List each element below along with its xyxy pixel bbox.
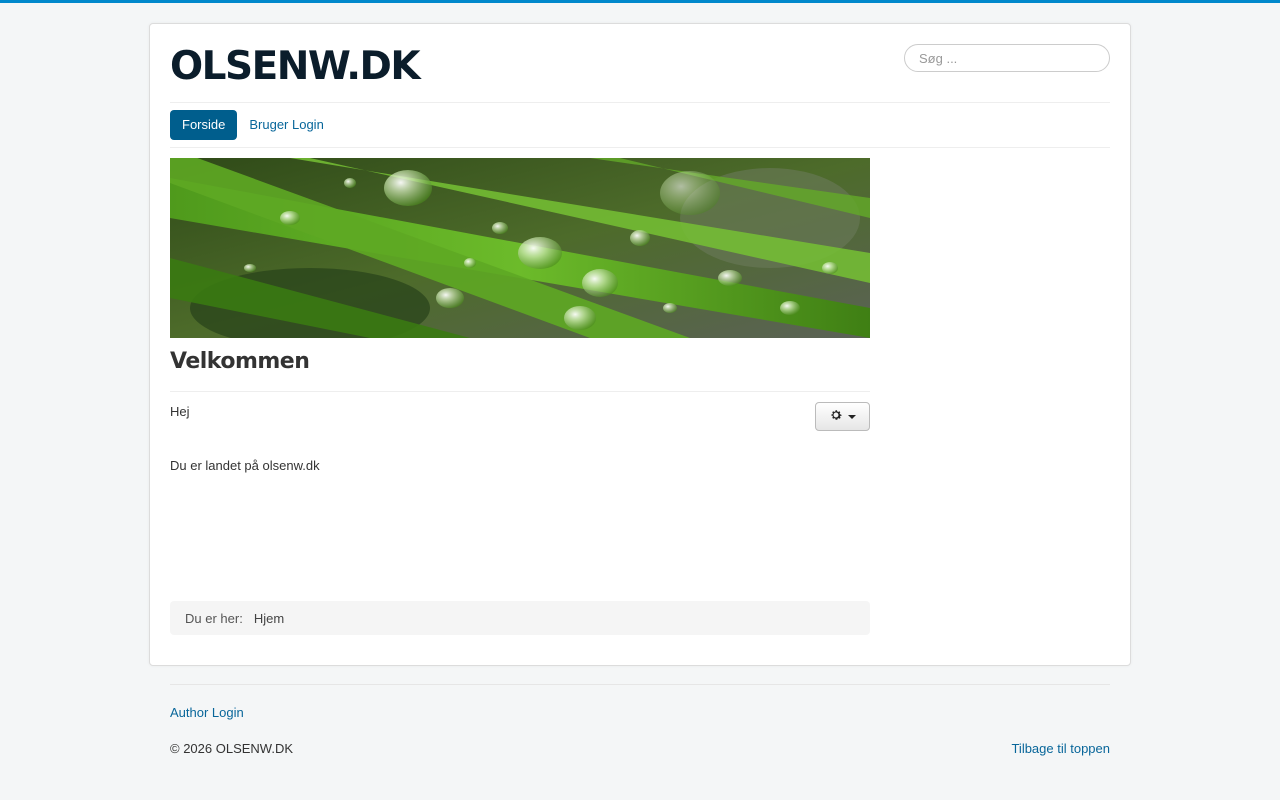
article-paragraph: Du er landet på olsenw.dk bbox=[170, 458, 320, 473]
gear-icon bbox=[829, 408, 843, 425]
search-input[interactable] bbox=[904, 44, 1110, 72]
main-nav: Forside Bruger Login bbox=[170, 110, 336, 140]
nav-item-bruger-login[interactable]: Bruger Login bbox=[237, 110, 335, 140]
breadcrumb-item-hjem: Hjem bbox=[253, 610, 285, 626]
header-divider bbox=[170, 102, 1110, 103]
main-container: OLSENW.DK Forside Bruger Login bbox=[149, 23, 1131, 666]
nav-divider bbox=[170, 147, 1110, 148]
banner-image bbox=[170, 158, 870, 338]
breadcrumb: Du er her: Hjem bbox=[170, 601, 870, 635]
title-divider bbox=[170, 391, 870, 392]
site-brand[interactable]: OLSENW.DK bbox=[170, 44, 421, 89]
chevron-down-icon bbox=[848, 414, 856, 419]
breadcrumb-label: Du er her: bbox=[185, 610, 243, 626]
page-title: Velkommen bbox=[170, 349, 310, 374]
article-tools-button[interactable] bbox=[815, 402, 870, 431]
nav-item-forside[interactable]: Forside bbox=[170, 110, 238, 140]
footer-divider bbox=[170, 684, 1110, 685]
article-paragraph: Hej bbox=[170, 404, 190, 419]
back-to-top-link[interactable]: Tilbage til toppen bbox=[1011, 741, 1110, 756]
copyright-text: © 2026 OLSENW.DK bbox=[170, 741, 294, 756]
author-login-link[interactable]: Author Login bbox=[170, 705, 244, 720]
